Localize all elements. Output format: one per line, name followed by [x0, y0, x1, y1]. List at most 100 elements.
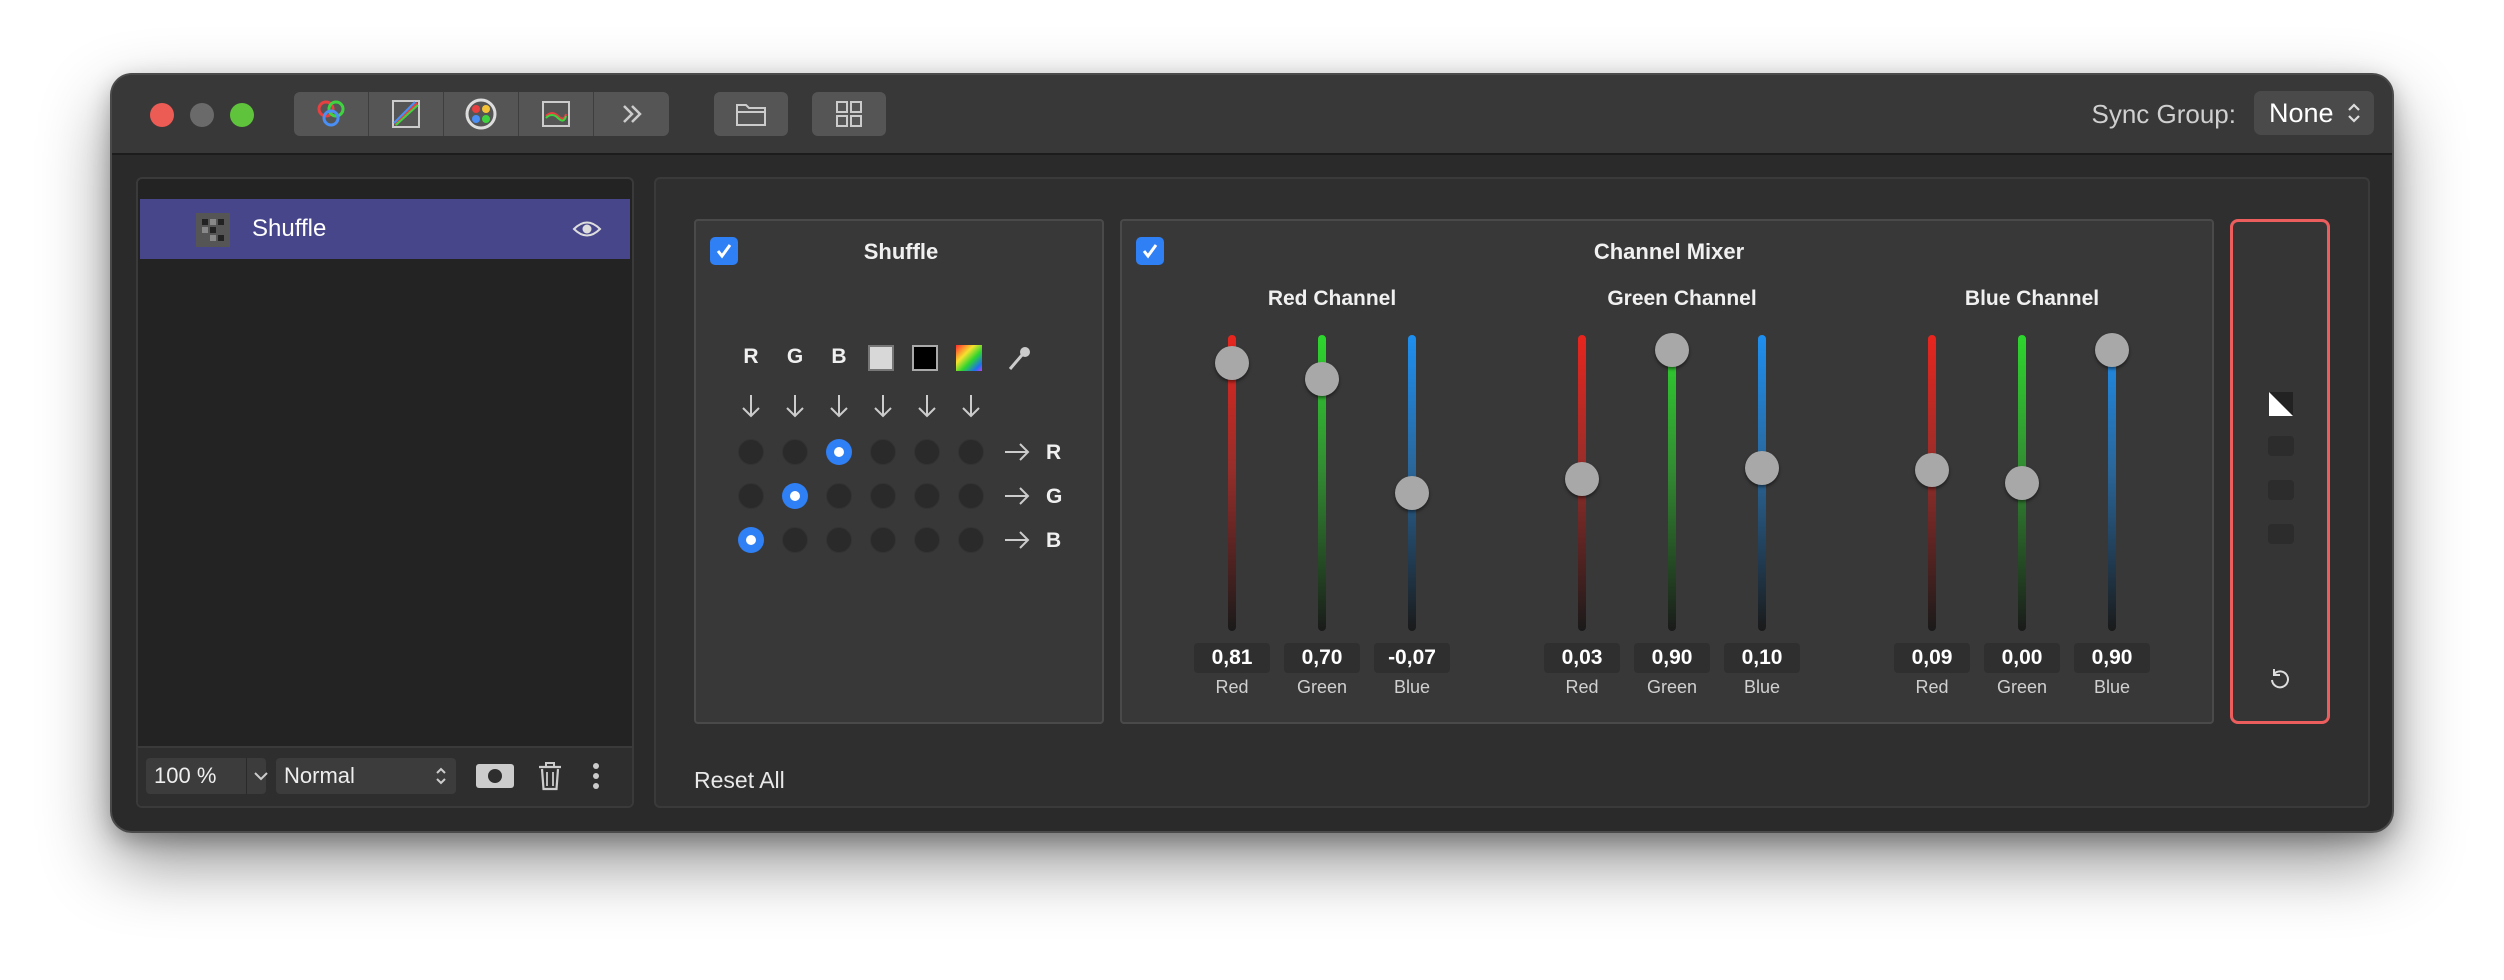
channel-mixer-title: Channel Mixer: [1593, 239, 1745, 264]
arrow-right-icon: [1005, 531, 1030, 549]
zoom-window-button[interactable]: [230, 103, 254, 127]
radio-g-from-black[interactable]: [914, 483, 940, 509]
eyedropper-icon[interactable]: [1004, 343, 1034, 373]
delete-layer-button[interactable]: [532, 758, 568, 794]
slider-handle[interactable]: [1395, 476, 1429, 511]
slider-value-field[interactable]: 0,90: [2074, 643, 2150, 673]
tab-levels[interactable]: [519, 92, 594, 136]
tool-tabs: [294, 92, 669, 136]
vertical-ellipsis-icon: [593, 763, 599, 789]
slider-handle[interactable]: [1215, 346, 1249, 381]
close-window-button[interactable]: [150, 103, 174, 127]
radio-b-from-b[interactable]: [826, 527, 852, 553]
reset-icon[interactable]: [2267, 666, 2293, 692]
open-folder-button[interactable]: [714, 92, 788, 136]
tab-channels[interactable]: [294, 92, 369, 136]
radio-r-from-spectrum[interactable]: [958, 439, 984, 465]
arrow-down-icon: [830, 395, 848, 418]
arrow-down-icon: [786, 395, 804, 418]
blend-mode-select[interactable]: Normal: [276, 758, 456, 794]
radio-b-from-white[interactable]: [870, 527, 896, 553]
slider-label: Green: [1996, 677, 2048, 697]
radio-r-from-b[interactable]: [826, 439, 852, 465]
radio-g-from-spectrum[interactable]: [958, 483, 984, 509]
preset-strip: [2230, 219, 2330, 724]
radio-g-from-b[interactable]: [826, 483, 852, 509]
slider-label: Red: [1565, 677, 1599, 697]
slider-value-field[interactable]: 0,81: [1194, 643, 1270, 673]
arrow-down-icon: [918, 395, 936, 418]
radio-r-from-r[interactable]: [738, 439, 764, 465]
channel-title: Green Channel: [1607, 287, 1757, 310]
shuffle-title: Shuffle: [863, 239, 939, 264]
slider-value-field[interactable]: 0,10: [1724, 643, 1800, 673]
zoom-dropdown-button[interactable]: [246, 758, 275, 794]
slider-handle[interactable]: [1305, 362, 1339, 397]
more-icon: [622, 105, 642, 123]
slider-label: Green: [1296, 677, 1348, 697]
radio-b-from-g[interactable]: [782, 527, 808, 553]
slider-value-field[interactable]: 0,09: [1894, 643, 1970, 673]
more-options-button[interactable]: [584, 758, 608, 794]
reset-all-button[interactable]: Reset All: [694, 767, 785, 794]
arrow-right-icon: [1005, 487, 1030, 505]
slider-value-field[interactable]: -0,07: [1374, 643, 1450, 673]
radio-r-from-g[interactable]: [782, 439, 808, 465]
contrast-icon[interactable]: [2267, 390, 2295, 418]
preset-slot[interactable]: [2268, 480, 2294, 500]
black-swatch: [912, 345, 938, 371]
row-label-r: R: [1046, 441, 1062, 464]
radio-b-from-spectrum[interactable]: [958, 527, 984, 553]
slider-handle[interactable]: [2005, 466, 2039, 500]
grid-view-button[interactable]: [812, 92, 886, 136]
color-wheel-icon: [465, 98, 497, 130]
column-header-b: B: [831, 345, 847, 368]
trash-icon: [539, 762, 561, 791]
slider-handle[interactable]: [1745, 451, 1779, 486]
slider-handle[interactable]: [2095, 332, 2129, 367]
preset-slot[interactable]: [2268, 524, 2294, 544]
zoom-field[interactable]: 100 %: [146, 758, 268, 794]
titlebar: Sync Group: None: [112, 75, 2392, 155]
radio-r-from-black[interactable]: [914, 439, 940, 465]
slider-handle[interactable]: [1655, 332, 1689, 367]
sidebar-toolbar: 100 % Normal: [138, 746, 632, 806]
preset-slot[interactable]: [2268, 436, 2294, 456]
radio-r-from-white[interactable]: [870, 439, 896, 465]
radio-g-from-g[interactable]: [782, 483, 808, 509]
sync-group-select[interactable]: None: [2254, 91, 2374, 135]
slider-value-field[interactable]: 0,03: [1544, 643, 1620, 673]
chevron-updown-icon: [436, 767, 446, 785]
mask-button[interactable]: [474, 758, 516, 794]
layer-thumbnail: [196, 213, 230, 247]
channel-title: Red Channel: [1267, 287, 1397, 310]
tab-more[interactable]: [594, 92, 669, 136]
slider-handle[interactable]: [1915, 452, 1949, 487]
slider-value-field[interactable]: 0,90: [1634, 643, 1710, 673]
slider-value-field[interactable]: 0,00: [1984, 643, 2060, 673]
radio-b-from-black[interactable]: [914, 527, 940, 553]
eye-icon[interactable]: [572, 218, 602, 240]
slider-label: Green: [1646, 677, 1698, 697]
tab-curves[interactable]: [369, 92, 444, 136]
slider-label: Red: [1215, 677, 1249, 697]
app-window: Sync Group: None Shuffle 100 % Normal Sh…: [112, 75, 2392, 831]
radio-b-from-r[interactable]: [738, 527, 764, 553]
layer-item-shuffle[interactable]: Shuffle: [140, 199, 630, 259]
arrow-down-icon: [962, 395, 980, 418]
curves-icon: [392, 100, 420, 128]
slider-track[interactable]: [2108, 335, 2116, 631]
tab-color-wheel[interactable]: [444, 92, 519, 136]
row-label-b: B: [1046, 529, 1062, 552]
chevron-updown-icon: [2348, 103, 2360, 123]
slider-handle[interactable]: [1565, 461, 1599, 496]
slider-track[interactable]: [1668, 335, 1676, 631]
channel-mixer-panel: Channel Mixer Red Channel 0,81 Red 0,70 Gree…: [1120, 219, 2214, 724]
slider-value-field[interactable]: 0,70: [1284, 643, 1360, 673]
minimize-window-button[interactable]: [190, 103, 214, 127]
spectrum-swatch: [956, 345, 982, 371]
chevron-down-icon: [254, 772, 268, 781]
radio-g-from-r[interactable]: [738, 483, 764, 509]
radio-g-from-white[interactable]: [870, 483, 896, 509]
sync-group-value: None: [2269, 97, 2334, 128]
